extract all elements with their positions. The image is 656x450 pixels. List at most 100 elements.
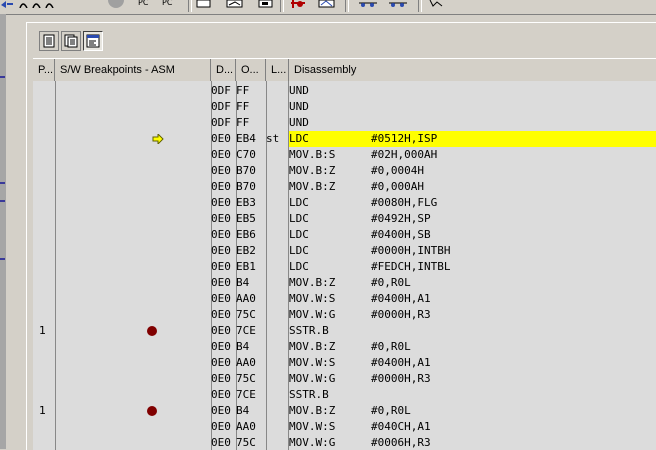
table-row[interactable]: 0E0 EB1 LDC #FEDCH,INTBL	[33, 259, 656, 275]
table-row[interactable]: 0DF FF UND	[33, 115, 656, 131]
toolbar-arrows-icon[interactable]	[0, 0, 14, 8]
breakpoint-cell[interactable]	[55, 195, 205, 211]
table-row[interactable]: 0E0 B4 MOV.B:Z #0,R0L	[33, 339, 656, 355]
column-header-pass[interactable]: P...	[33, 59, 55, 81]
table-row[interactable]: 1 0E0 B4 MOV.B:Z #0,R0L	[33, 403, 656, 419]
breakpoint-cell[interactable]	[55, 339, 205, 355]
table-row[interactable]: 0E0 EB3 LDC #0080H,FLG	[33, 195, 656, 211]
breakpoint-cell[interactable]	[55, 323, 205, 339]
operand-cell: #0,0004H	[371, 164, 424, 177]
breakpoint-icon[interactable]	[290, 0, 308, 8]
table-row[interactable]: 0DF FF UND	[33, 83, 656, 99]
column-header-address[interactable]: D...	[211, 59, 236, 81]
address-cell: 0E0	[211, 260, 231, 273]
breakpoint-cell[interactable]	[55, 147, 205, 163]
breakpoint-cell[interactable]	[55, 99, 205, 115]
mnemonic-cell: UND	[289, 100, 309, 113]
current-instruction-row[interactable]: 0E0 EB4 st LDC #0512H,ISP	[33, 131, 656, 147]
column-header-label[interactable]: L...	[266, 59, 289, 81]
breakpoint-icon[interactable]	[147, 326, 157, 336]
breakpoint-cell[interactable]	[55, 435, 205, 450]
table-row[interactable]: 0E0 AA0 MOV.W:S #0400H,A1	[33, 355, 656, 371]
mnemonic-cell: LDC	[289, 196, 309, 209]
breakpoint-cell[interactable]	[55, 307, 205, 323]
operand-cell	[371, 323, 651, 339]
breakpoint-cell[interactable]	[55, 211, 205, 227]
label-cell	[266, 163, 288, 179]
breakpoint-cell[interactable]	[55, 387, 205, 403]
opcode-cell: EB2	[236, 244, 256, 257]
register-icon[interactable]	[258, 0, 274, 8]
flow-icon[interactable]	[358, 0, 378, 8]
breakpoint-cell[interactable]	[55, 131, 205, 147]
address-cell: 0E0	[211, 276, 231, 289]
breakpoint-cell[interactable]	[55, 83, 205, 99]
opcode-cell: FF	[236, 100, 250, 113]
breakpoint-cell[interactable]	[55, 115, 205, 131]
table-row[interactable]: 0E0 B70 MOV.B:Z #0,0004H	[33, 163, 656, 179]
hand-icon[interactable]	[428, 0, 446, 8]
memory-icon[interactable]	[226, 0, 244, 8]
address-cell: 0DF	[211, 100, 231, 113]
breakpoint-cell[interactable]	[55, 243, 205, 259]
table-row[interactable]: 0E0 AA0 MOV.W:S #0400H,A1	[33, 291, 656, 307]
column-header-disassembly[interactable]: Disassembly	[289, 59, 656, 81]
operand-cell: #0400H,A1	[371, 356, 431, 369]
breakpoint-cell[interactable]	[55, 371, 205, 387]
table-row[interactable]: 0E0 B70 MOV.B:Z #0,000AH	[33, 179, 656, 195]
table-row[interactable]: 0E0 EB2 LDC #0000H,INTBH	[33, 243, 656, 259]
column-header-opcode[interactable]: O...	[236, 59, 266, 81]
breakpoint-cell[interactable]	[55, 163, 205, 179]
operand-cell: #0080H,FLG	[371, 196, 438, 209]
address-cell: 0E0	[211, 324, 231, 337]
table-row[interactable]: 0E0 EB5 LDC #0492H,SP	[33, 211, 656, 227]
breakpoint-cell[interactable]	[55, 355, 205, 371]
label-cell	[266, 307, 288, 323]
opcode-cell: FF	[236, 84, 250, 97]
breakpoint-cell[interactable]	[55, 275, 205, 291]
table-row[interactable]: 0E0 7CE SSTR.B	[33, 387, 656, 403]
label-cell	[266, 387, 288, 403]
breakpoint-cell[interactable]	[55, 403, 205, 419]
address-cell: 0E0	[211, 356, 231, 369]
table-row[interactable]: 0DF FF UND	[33, 99, 656, 115]
table-row[interactable]: 1 0E0 7CE SSTR.B	[33, 323, 656, 339]
table-row[interactable]: 0E0 75C MOV.W:G #0006H,R3	[33, 435, 656, 450]
breakpoint-cell[interactable]	[55, 259, 205, 275]
disassembly-grid[interactable]: 0DF FF UND 0DF FF UND 0DF FF UND 0E0 EB4 st LDC #0512…	[33, 81, 656, 450]
source-view-button[interactable]	[39, 31, 59, 51]
breakpoint-cell[interactable]	[55, 291, 205, 307]
mixed-view-button[interactable]	[61, 31, 81, 51]
table-row[interactable]: 0E0 75C MOV.W:G #0000H,R3	[33, 307, 656, 323]
table-row[interactable]: 0E0 EB6 LDC #0400H,SB	[33, 227, 656, 243]
window-icon[interactable]	[196, 0, 212, 8]
table-row[interactable]: 0E0 75C MOV.W:G #0000H,R3	[33, 371, 656, 387]
operand-cell: #0006H,R3	[371, 436, 431, 449]
opcode-cell: FF	[236, 116, 250, 129]
operand-cell: #0000H,R3	[371, 372, 431, 385]
opcode-cell: B4	[236, 276, 250, 289]
mnemonic-cell: MOV.B:Z	[289, 276, 336, 289]
trace-icon[interactable]	[318, 0, 336, 8]
pc-button-1[interactable]: PC	[138, 0, 148, 7]
step-over-icon[interactable]	[18, 0, 58, 8]
mnemonic-cell: MOV.W:G	[289, 436, 336, 449]
flow-icon-2[interactable]	[388, 0, 408, 8]
document-icon	[43, 34, 55, 48]
operand-cell: #0512H,ISP	[371, 132, 438, 145]
mnemonic-cell: LDC	[289, 228, 309, 241]
mnemonic-cell: MOV.W:G	[289, 372, 336, 385]
stop-icon[interactable]	[108, 0, 124, 8]
mnemonic-cell: SSTR.B	[289, 388, 329, 401]
table-row[interactable]: 0E0 C70 MOV.B:S #02H,000AH	[33, 147, 656, 163]
table-row[interactable]: 0E0 AA0 MOV.W:S #040CH,A1	[33, 419, 656, 435]
breakpoint-cell[interactable]	[55, 179, 205, 195]
breakpoint-cell[interactable]	[55, 419, 205, 435]
column-header-breakpoints[interactable]: S/W Breakpoints - ASM	[55, 59, 211, 81]
pc-button-2[interactable]: PC	[162, 0, 172, 7]
disassembly-view-button[interactable]	[83, 31, 103, 51]
panel-marker	[0, 200, 5, 202]
breakpoint-cell[interactable]	[55, 227, 205, 243]
table-row[interactable]: 0E0 B4 MOV.B:Z #0,R0L	[33, 275, 656, 291]
breakpoint-icon[interactable]	[147, 406, 157, 416]
